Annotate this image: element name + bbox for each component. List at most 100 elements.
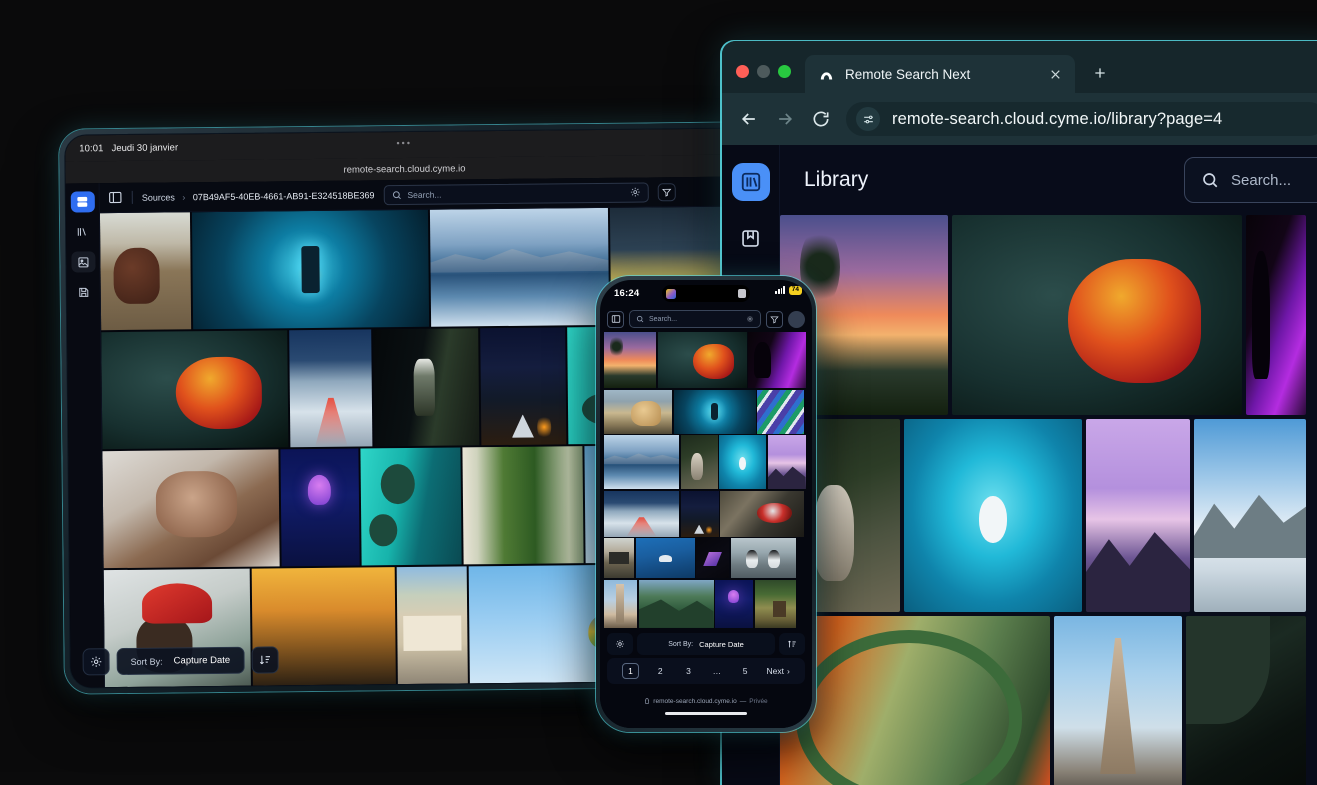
sidebar-item-photos[interactable] xyxy=(70,251,96,273)
photo-cat[interactable] xyxy=(680,435,718,489)
photo-mountain-lake[interactable] xyxy=(604,435,679,489)
photo-night-camp[interactable] xyxy=(480,327,567,446)
photo-traffic-light[interactable] xyxy=(673,389,756,434)
close-window-button[interactable] xyxy=(736,65,749,78)
phone-url-line[interactable]: remote-search.cloud.cyme.io — Privée xyxy=(644,698,768,705)
sidebar-item-library[interactable] xyxy=(731,163,770,201)
photo-tower[interactable] xyxy=(604,579,637,628)
photo-red-sari[interactable] xyxy=(952,215,1242,415)
photo-red-sari[interactable] xyxy=(657,332,747,388)
zoom-window-button[interactable] xyxy=(778,65,791,78)
sort-by-control[interactable]: Sort By: Capture Date xyxy=(637,633,775,655)
photo-vintage-car[interactable] xyxy=(780,616,1050,785)
breadcrumb-source-id[interactable]: 07B49AF5-40EB-4661-AB91-E324518BE369 xyxy=(193,190,375,202)
photo-green-valley[interactable] xyxy=(638,579,714,628)
close-icon[interactable] xyxy=(1047,66,1063,82)
photo-red-sari[interactable] xyxy=(101,330,289,450)
sidebar-toggle-icon[interactable] xyxy=(108,190,123,205)
gear-icon[interactable] xyxy=(746,315,754,323)
filter-icon[interactable] xyxy=(657,182,676,201)
photo-beige-building[interactable] xyxy=(396,566,468,685)
filter-icon[interactable] xyxy=(766,310,783,328)
minimize-window-button[interactable] xyxy=(757,65,770,78)
site-settings-icon[interactable] xyxy=(856,107,880,131)
photo-couple-bed[interactable] xyxy=(102,449,280,569)
photo-swimmer[interactable] xyxy=(719,435,766,489)
photo-flatiron[interactable] xyxy=(1054,616,1182,785)
search-input[interactable]: Search... xyxy=(629,310,761,328)
photo-mountain-lake[interactable] xyxy=(429,207,610,327)
photo-pattern[interactable] xyxy=(757,389,804,434)
breadcrumb[interactable]: Sources › 07B49AF5-40EB-4661-AB91-E32451… xyxy=(142,190,375,202)
sort-direction-button[interactable] xyxy=(251,646,279,674)
address-bar[interactable]: remote-search.cloud.cyme.io/library?page… xyxy=(846,102,1317,136)
photo-traffic-light[interactable] xyxy=(191,209,430,330)
photo-snow-climber[interactable] xyxy=(604,490,679,537)
sidebar-toggle-icon[interactable] xyxy=(607,310,624,328)
sidebar-item-library[interactable] xyxy=(71,221,95,242)
sidebar-item-saved[interactable] xyxy=(732,219,770,257)
photo-snow-mountain[interactable] xyxy=(1194,419,1306,612)
photo-boat-aerial[interactable] xyxy=(635,538,695,578)
photo-bench[interactable] xyxy=(604,538,634,578)
address-bar-url: remote-search.cloud.cyme.io/library?page… xyxy=(892,109,1223,128)
dynamic-island[interactable] xyxy=(662,285,750,302)
pagination-page-3[interactable]: 3 xyxy=(682,666,696,676)
photo-row xyxy=(604,490,808,537)
photo-jellyfish[interactable] xyxy=(280,448,360,567)
breadcrumb-root[interactable]: Sources xyxy=(142,192,175,202)
battery-level: 74 xyxy=(788,286,802,295)
pagination[interactable]: 1 2 3 … 5 Next › xyxy=(607,658,805,684)
sort-direction-icon xyxy=(259,655,270,665)
lock-icon xyxy=(645,698,650,704)
avatar[interactable] xyxy=(788,310,805,328)
back-arrow-icon[interactable] xyxy=(738,108,760,130)
forward-arrow-icon[interactable] xyxy=(774,108,796,130)
photo-horse[interactable] xyxy=(99,212,192,331)
photo-jellyfish[interactable] xyxy=(715,579,753,628)
reload-icon[interactable] xyxy=(810,108,832,130)
photo-night-camp[interactable] xyxy=(680,490,719,537)
photo-purple-mountain[interactable] xyxy=(767,435,806,489)
pagination-page-2[interactable]: 2 xyxy=(653,666,667,676)
photo-neon-room[interactable] xyxy=(748,332,806,388)
search-icon xyxy=(392,190,401,199)
settings-button[interactable] xyxy=(82,648,110,676)
settings-button[interactable] xyxy=(607,633,633,655)
photo-cabin[interactable] xyxy=(754,579,796,628)
search-icon xyxy=(1203,173,1218,188)
sidebar-item-layers[interactable] xyxy=(70,191,95,213)
photo-astronaut[interactable] xyxy=(373,328,480,447)
app-icon xyxy=(666,288,676,299)
photo-dog-car[interactable] xyxy=(604,389,672,434)
photo-palm-sunset[interactable] xyxy=(604,332,656,388)
gear-icon[interactable] xyxy=(629,187,640,198)
sort-by-label: Sort By: xyxy=(668,640,694,648)
pagination-next-button[interactable]: Next › xyxy=(766,666,789,676)
pagination-page-5[interactable]: 5 xyxy=(738,666,752,676)
photo-snow-climber[interactable] xyxy=(289,329,373,448)
photo-purple-mountain[interactable] xyxy=(1086,419,1190,612)
phone-sort-row: Sort By: Capture Date xyxy=(607,633,805,655)
sidebar-item-saved[interactable] xyxy=(71,281,95,302)
photo-forest-aerial[interactable] xyxy=(462,446,584,565)
library-photo-grid[interactable] xyxy=(780,215,1317,785)
photo-dark-rock[interactable] xyxy=(1186,616,1306,785)
photo-penguins[interactable] xyxy=(730,538,796,578)
photo-row xyxy=(604,332,808,388)
phone-status-bar: 16:24 74 xyxy=(600,280,812,306)
photo-neon-room[interactable] xyxy=(1246,215,1306,415)
sort-by-value: Capture Date xyxy=(699,639,744,649)
photo-amstel-sign[interactable] xyxy=(720,490,804,537)
sort-by-control[interactable]: Sort By: Capture Date xyxy=(116,646,245,676)
tablet-date: Jeudi 30 janvier xyxy=(111,141,179,154)
search-input[interactable]: Search... xyxy=(1184,157,1317,203)
search-input[interactable]: Search... xyxy=(383,181,649,205)
pagination-page-1[interactable]: 1 xyxy=(622,663,639,679)
photo-coral-aerial[interactable] xyxy=(360,447,462,566)
browser-tab[interactable]: Remote Search Next xyxy=(805,55,1075,93)
new-tab-button[interactable] xyxy=(1087,60,1113,86)
photo-swimmer[interactable] xyxy=(904,419,1082,612)
sort-direction-button[interactable] xyxy=(779,633,805,655)
photo-purple-shape[interactable] xyxy=(696,538,729,578)
